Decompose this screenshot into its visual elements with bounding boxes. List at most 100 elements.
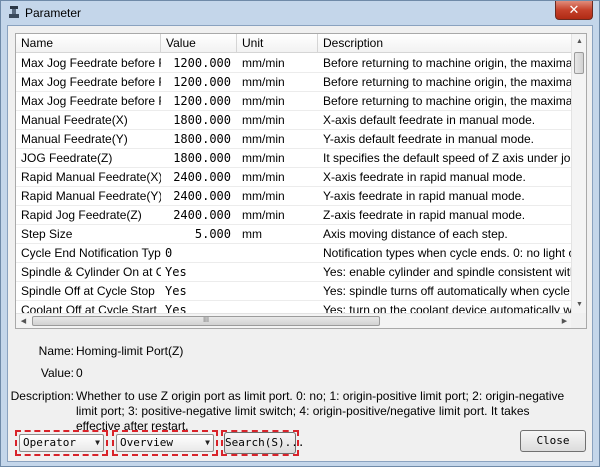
- value-label: Value:: [40, 366, 74, 380]
- table-row[interactable]: Max Jog Feedrate before Re 1200.000 mm/min…: [16, 54, 572, 73]
- row-value: 1800.000: [173, 113, 231, 127]
- scroll-right-icon[interactable]: ▶: [557, 314, 572, 328]
- parameter-table[interactable]: Name Value Unit Description Max Jog Feed…: [15, 33, 587, 329]
- vertical-scrollbar[interactable]: ▲ ▼: [571, 34, 586, 313]
- dialog-body: Name Value Unit Description Max Jog Feed…: [7, 25, 593, 462]
- row-name: Step Size: [21, 227, 73, 241]
- table-body: Max Jog Feedrate before Re 1200.000 mm/min…: [16, 54, 572, 320]
- table-row[interactable]: Max Jog Feedrate before Re 1200.000 mm/min…: [16, 92, 572, 111]
- search-button[interactable]: Search(S)...: [224, 432, 304, 454]
- row-value: 1200.000: [173, 75, 231, 89]
- column-header-unit[interactable]: Unit: [237, 34, 318, 53]
- table-row[interactable]: Max Jog Feedrate before Re 1200.000 mm/min…: [16, 73, 572, 92]
- row-value: 1800.000: [173, 132, 231, 146]
- search-button-highlight: Search(S)...: [221, 430, 304, 456]
- level-select-highlight: Operator ▼: [15, 430, 108, 456]
- row-value: Yes: [165, 284, 187, 298]
- row-description: X-axis default feedrate in manual mode.: [323, 113, 536, 127]
- row-value: 2400.000: [173, 170, 231, 184]
- column-header-description[interactable]: Description: [318, 34, 572, 53]
- row-value: 1200.000: [173, 94, 231, 108]
- description-label: Description:: [10, 389, 74, 403]
- row-name: Rapid Jog Feedrate(Z): [21, 208, 142, 222]
- table-row[interactable]: Cycle End Notification Type 0 Notification…: [16, 244, 572, 263]
- table-row[interactable]: Spindle Off at Cycle Stop Yes Yes: spindle…: [16, 282, 572, 301]
- row-name: Max Jog Feedrate before Re: [21, 75, 161, 89]
- row-name: JOG Feedrate(Z): [21, 151, 113, 165]
- row-value: 5.000: [194, 227, 231, 241]
- scroll-up-icon[interactable]: ▲: [572, 34, 586, 50]
- row-description: Before returning to machine origin, the …: [323, 94, 572, 108]
- row-value: 2400.000: [173, 208, 231, 222]
- row-unit: [242, 244, 318, 263]
- row-name: Spindle & Cylinder On at Cy: [21, 265, 161, 279]
- table-row[interactable]: Spindle & Cylinder On at Cy Yes Yes: enabl…: [16, 263, 572, 282]
- name-label: Name:: [38, 344, 74, 358]
- row-name: Max Jog Feedrate before Re: [21, 94, 161, 108]
- level-select[interactable]: Operator ▼: [19, 434, 104, 452]
- row-unit: mm/min: [242, 56, 285, 70]
- table-row[interactable]: Manual Feedrate(Y) 1800.000 mm/min Y-axis d…: [16, 130, 572, 149]
- row-name: Rapid Manual Feedrate(X): [21, 170, 161, 184]
- horizontal-scroll-thumb[interactable]: III: [32, 316, 380, 326]
- row-unit: mm/min: [242, 75, 285, 89]
- row-description: Yes: enable cylinder and spindle consist…: [323, 265, 572, 279]
- dropdown-arrow-icon: ▼: [205, 438, 210, 447]
- row-unit: mm/min: [242, 132, 285, 146]
- row-description: Y-axis default feedrate in manual mode.: [323, 132, 535, 146]
- row-description: Before returning to machine origin, the …: [323, 56, 572, 70]
- horizontal-scrollbar[interactable]: ◀ III ▶: [16, 313, 572, 328]
- row-description: Z-axis feedrate in rapid manual mode.: [323, 208, 526, 222]
- view-select[interactable]: Overview ▼: [116, 434, 214, 452]
- row-name: Spindle Off at Cycle Stop: [21, 284, 155, 298]
- column-header-value[interactable]: Value: [161, 34, 237, 53]
- scroll-down-icon[interactable]: ▼: [572, 297, 586, 313]
- row-name: Cycle End Notification Type: [21, 246, 161, 260]
- row-description: It specifies the default speed of Z axis…: [323, 151, 572, 165]
- table-row[interactable]: Rapid Jog Feedrate(Z) 2400.000 mm/min Z-axi…: [16, 206, 572, 225]
- description-value: Whether to use Z origin port as limit po…: [76, 389, 565, 433]
- row-unit: mm/min: [242, 189, 285, 203]
- row-description: Y-axis feedrate in rapid manual mode.: [323, 189, 525, 203]
- app-icon: [9, 6, 19, 18]
- row-unit: [242, 263, 318, 282]
- parameter-window: Parameter ✕ Name Value Unit Description …: [0, 0, 600, 467]
- title-bar[interactable]: Parameter ✕: [1, 1, 599, 25]
- dropdown-arrow-icon: ▼: [95, 438, 100, 447]
- window-title: Parameter: [25, 6, 82, 20]
- row-description: Yes: spindle turns off automatically whe…: [323, 284, 572, 298]
- row-unit: mm/min: [242, 151, 285, 165]
- row-name: Rapid Manual Feedrate(Y): [21, 189, 161, 203]
- close-button[interactable]: Close: [520, 430, 586, 452]
- row-name: Manual Feedrate(X): [21, 113, 128, 127]
- view-select-value: Overview: [120, 436, 173, 449]
- close-window-button[interactable]: ✕: [555, 1, 593, 20]
- row-unit: mm: [242, 227, 262, 241]
- row-unit: mm/min: [242, 170, 285, 184]
- row-value: 1200.000: [173, 56, 231, 70]
- row-description: Before returning to machine origin, the …: [323, 75, 572, 89]
- table-row[interactable]: JOG Feedrate(Z) 1800.000 mm/min It specifie…: [16, 149, 572, 168]
- row-name: Max Jog Feedrate before Re: [21, 56, 161, 70]
- row-value: 2400.000: [173, 189, 231, 203]
- row-description: Axis moving distance of each step.: [323, 227, 508, 241]
- table-row[interactable]: Rapid Manual Feedrate(Y) 2400.000 mm/min Y-…: [16, 187, 572, 206]
- table-row[interactable]: Step Size 5.000 mm Axis moving distance of …: [16, 225, 572, 244]
- scrollbar-corner: [571, 313, 586, 328]
- row-unit: mm/min: [242, 113, 285, 127]
- row-unit: [242, 282, 318, 301]
- row-description: X-axis feedrate in rapid manual mode.: [323, 170, 526, 184]
- row-unit: mm/min: [242, 208, 285, 222]
- row-value: 1800.000: [173, 151, 231, 165]
- table-header: Name Value Unit Description: [16, 34, 572, 53]
- vertical-scroll-thumb[interactable]: [574, 52, 584, 74]
- view-select-highlight: Overview ▼: [112, 430, 218, 456]
- value-value: 0: [76, 366, 83, 380]
- scroll-left-icon[interactable]: ◀: [16, 314, 31, 328]
- table-row[interactable]: Manual Feedrate(X) 1800.000 mm/min X-axis d…: [16, 111, 572, 130]
- table-row[interactable]: Rapid Manual Feedrate(X) 2400.000 mm/min X-…: [16, 168, 572, 187]
- row-description: Notification types when cycle ends. 0: n…: [323, 246, 572, 260]
- column-header-name[interactable]: Name: [16, 34, 161, 53]
- row-value: Yes: [165, 265, 187, 279]
- name-value: Homing-limit Port(Z): [76, 344, 184, 358]
